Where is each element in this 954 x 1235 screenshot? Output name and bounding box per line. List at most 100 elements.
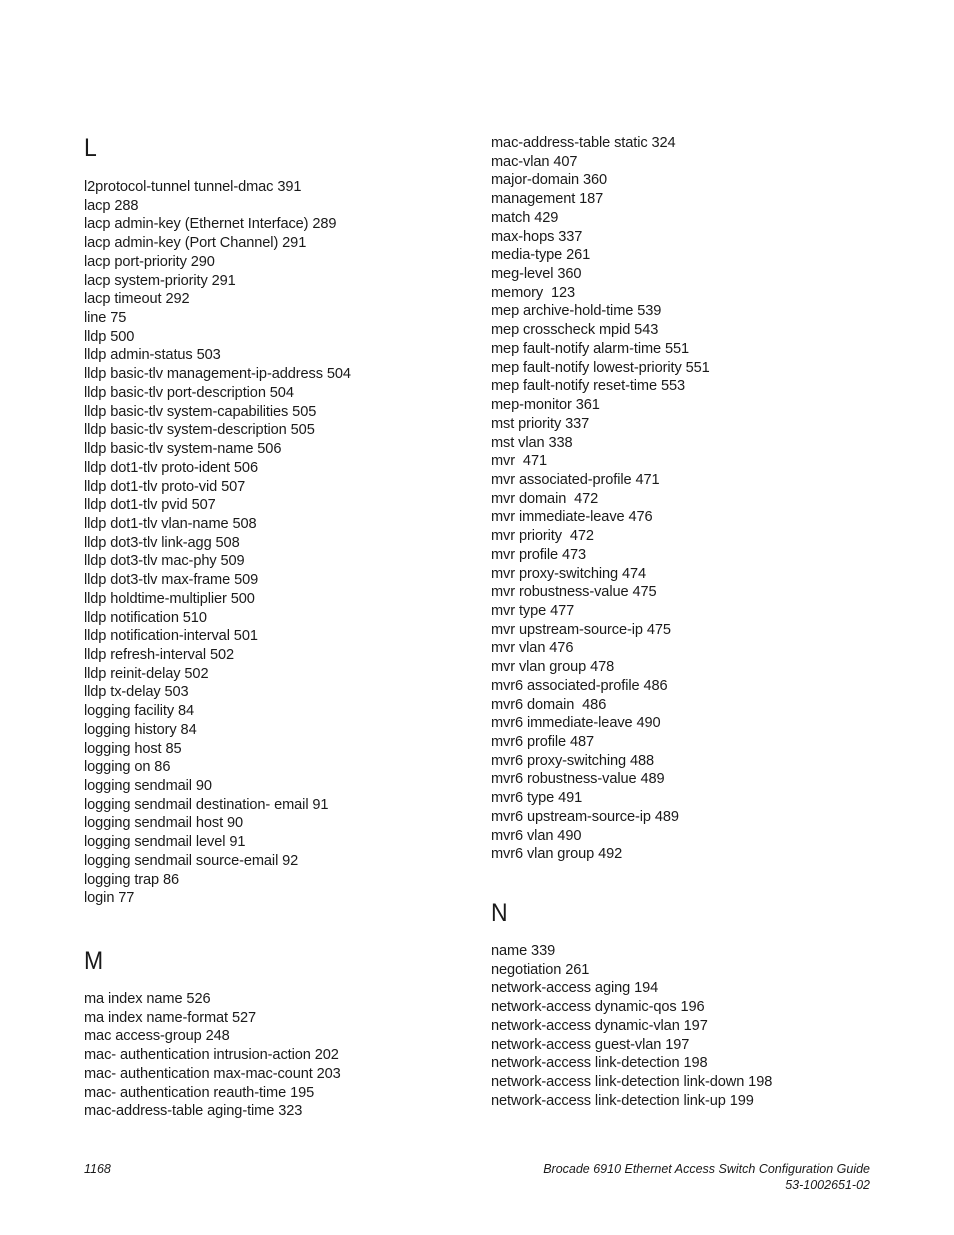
index-entry: mvr6 associated-profile 486 [491,677,668,694]
index-entry: lldp basic-tlv management-ip-address 504 [84,366,351,383]
index-entry: lacp admin-key (Ethernet Interface) 289 [84,216,337,233]
index-entry: mvr6 type 491 [491,790,583,807]
index-entry: mvr6 upstream-source-ip 489 [491,808,679,825]
index-entry: management 187 [491,191,604,208]
index-entry: lldp dot3-tlv link-agg 508 [84,534,240,551]
index-entry: lldp dot3-tlv max-frame 509 [84,572,259,589]
index-entry: lldp basic-tlv system-capabilities 505 [84,403,317,420]
index-entry-list-m: ma index name 526 ma index name-format 52… [84,990,484,1121]
page-number: 1168 [84,1162,111,1176]
index-entry-list-m-continued: mac-address-table static 324 mac-vlan 407… [491,134,891,864]
index-entry: login 77 [84,890,135,907]
index-entry: logging history 84 [84,721,197,738]
index-entry-list-l: l2protocol-tunnel tunnel-dmac 391 lacp 28… [84,178,484,908]
index-entry: lldp dot1-tlv pvid 507 [84,497,216,514]
index-entry: media-type 261 [491,247,591,264]
index-entry: mvr 471 [491,453,547,470]
index-entry: mep-monitor 361 [491,397,600,414]
index-entry: mvr vlan group 478 [491,659,615,676]
index-entry: lldp holdtime-multiplier 500 [84,590,255,607]
index-entry: negotiation 261 [491,961,590,978]
index-column-right: mac-address-table static 324 mac-vlan 407… [491,0,891,1111]
index-entry: network-access link-detection link-down … [491,1074,773,1091]
index-entry: mvr6 vlan group 492 [491,846,623,863]
index-entry: logging sendmail level 91 [84,834,246,851]
index-entry: ma index name-format 527 [84,1009,256,1026]
index-entry: match 429 [491,209,559,226]
index-entry: mvr6 robustness-value 489 [491,771,665,788]
index-entry: lldp dot3-tlv mac-phy 509 [84,553,245,570]
index-entry: mep crosscheck mpid 543 [491,322,659,339]
index-entry: lldp basic-tlv system-name 506 [84,441,282,458]
index-entry: logging sendmail 90 [84,778,212,794]
index-entry: mvr6 immediate-leave 490 [491,715,661,732]
index-entry: lldp dot1-tlv proto-ident 506 [84,459,258,476]
index-letter-heading: L [84,134,97,162]
index-entry: network-access link-detection 198 [491,1055,708,1072]
index-entry-list-n: name 339 negotiation 261 network-access ag… [491,942,891,1110]
index-entry: mvr priority 472 [491,528,594,545]
index-entry: mvr proxy-switching 474 [491,565,647,582]
index-entry: lacp timeout 292 [84,291,190,308]
index-entry: mac- authentication intrusion-action 202 [84,1047,339,1064]
index-entry: lldp refresh-interval 502 [84,646,235,663]
index-entry: mvr immediate-leave 476 [491,509,653,526]
index-entry: network-access aging 194 [491,980,659,997]
index-entry: name 339 [491,943,556,960]
index-entry: mep fault-notify alarm-time 551 [491,340,690,357]
index-entry: lacp system-priority 291 [84,272,236,289]
index-entry: mep archive-hold-time 539 [491,303,662,320]
index-entry: logging sendmail source-email 92 [84,852,299,869]
index-entry: lldp reinit-delay 502 [84,665,209,682]
index-entry: line 75 [84,310,127,327]
doc-number: 53-1002651-02 [785,1178,870,1192]
index-entry: lldp notification 510 [84,609,207,626]
index-entry: lldp basic-tlv port-description 504 [84,384,294,401]
index-entry: memory 123 [491,284,576,301]
index-entry: mvr profile 473 [491,546,587,563]
index-entry: logging trap 86 [84,871,180,888]
index-entry: mvr6 profile 487 [491,734,595,750]
index-entry: lldp notification-interval 501 [84,628,258,645]
index-entry: mvr associated-profile 471 [491,471,660,488]
index-entry: mac-address-table aging-time 323 [84,1103,303,1120]
index-entry: mep fault-notify lowest-priority 551 [491,359,710,376]
index-entry: logging host 85 [84,740,182,757]
index-entry: mac-address-table static 324 [491,135,676,151]
index-entry: max-hops 337 [491,228,583,245]
index-entry: lacp 288 [84,197,139,214]
index-entry: logging facility 84 [84,703,195,720]
index-entry: network-access dynamic-vlan 197 [491,1017,708,1034]
index-entry: major-domain 360 [491,172,608,189]
index-entry: lldp admin-status 503 [84,347,221,364]
index-entry: mvr domain 472 [491,490,599,507]
index-entry: mvr6 proxy-switching 488 [491,752,655,769]
index-entry: mac access-group 248 [84,1028,230,1045]
index-entry: lldp dot1-tlv vlan-name 508 [84,515,257,532]
index-entry: mvr6 vlan 490 [491,827,582,844]
index-column-left: L l2protocol-tunnel tunnel-dmac 391 lacp … [84,0,484,1121]
index-entry: ma index name 526 [84,991,211,1008]
index-entry: lacp admin-key (Port Channel) 291 [84,235,307,252]
index-entry: mvr robustness-value 475 [491,584,657,601]
index-entry: network-access link-detection link-up 19… [491,1092,754,1109]
index-entry: mvr type 477 [491,602,575,619]
index-entry: l2protocol-tunnel tunnel-dmac 391 [84,179,302,195]
index-entry: mvr6 domain 486 [491,696,607,713]
index-entry: logging on 86 [84,759,171,776]
index-entry: mac- authentication reauth-time 195 [84,1084,315,1101]
index-letter-heading: N [491,899,508,928]
index-entry: logging sendmail destination- email 91 [84,796,329,813]
index-entry: network-access dynamic-qos 196 [491,999,705,1016]
index-entry: mac- authentication max-mac-count 203 [84,1065,341,1082]
index-entry: lacp port-priority 290 [84,253,215,270]
index-entry: mvr vlan 476 [491,640,574,657]
index-entry: mac-vlan 407 [491,153,578,170]
index-entry: lldp dot1-tlv proto-vid 507 [84,478,246,495]
index-entry: lldp tx-delay 503 [84,684,189,701]
index-entry: meg-level 360 [491,266,582,283]
index-entry: mst vlan 338 [491,434,573,451]
index-entry: network-access guest-vlan 197 [491,1036,690,1053]
index-entry: lldp 500 [84,328,135,345]
index-entry: lldp basic-tlv system-description 505 [84,422,315,439]
